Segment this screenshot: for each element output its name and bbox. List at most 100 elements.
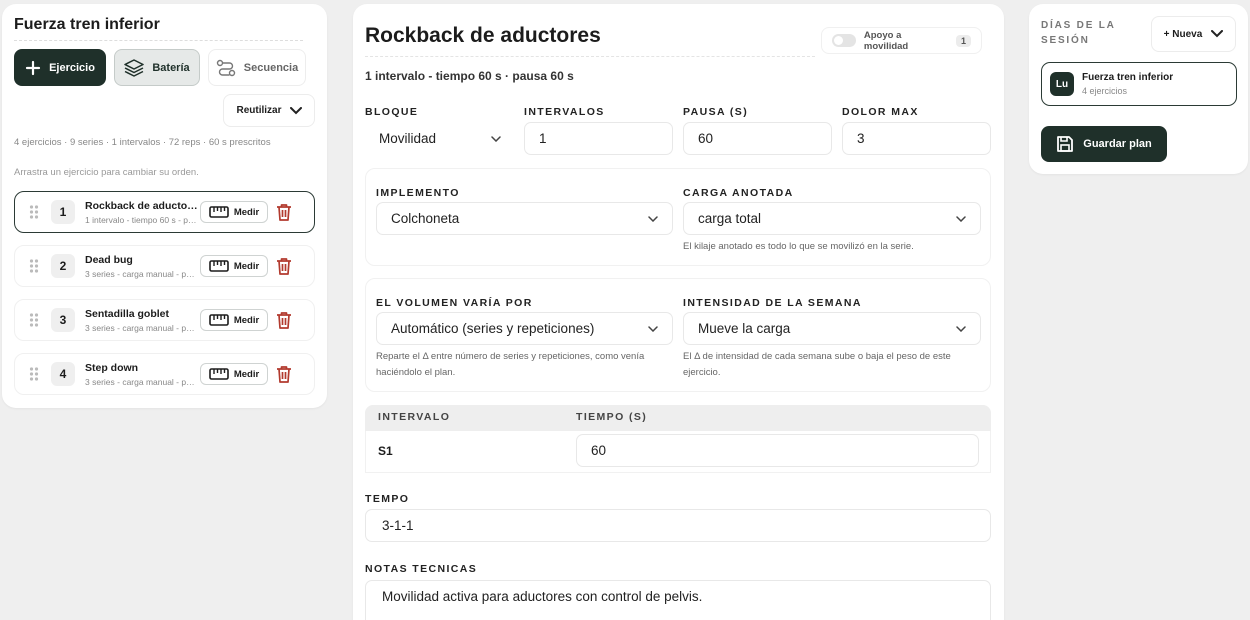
pause-input[interactable]: 60 bbox=[683, 122, 832, 155]
save-plan-button[interactable]: Guardar plan bbox=[1041, 126, 1167, 162]
measure-button[interactable]: Medir bbox=[200, 255, 268, 277]
measure-label: Medir bbox=[233, 206, 260, 218]
day-name: Fuerza tren inferior bbox=[1082, 72, 1174, 83]
day-badge: Lu bbox=[1050, 72, 1074, 96]
measure-button[interactable]: Medir bbox=[200, 309, 268, 331]
drag-handle-icon[interactable] bbox=[25, 366, 43, 382]
pause-label: PAUSA (S) bbox=[683, 106, 749, 118]
drag-handle-icon[interactable] bbox=[25, 258, 43, 274]
load-select[interactable]: carga total bbox=[683, 202, 981, 235]
add-exercise-button[interactable]: Ejercicio bbox=[14, 49, 106, 86]
tempo-label: TEMPO bbox=[365, 493, 410, 505]
trash-icon[interactable] bbox=[276, 311, 292, 329]
exercise-row[interactable]: 3 Sentadilla goblet 3 series - carga manu… bbox=[14, 299, 315, 341]
sequence-label: Secuencia bbox=[243, 61, 299, 74]
drag-hint: Arrastra un ejercicio para cambiar su or… bbox=[14, 167, 199, 178]
interval-row-label: S1 bbox=[378, 444, 393, 458]
add-exercise-label: Ejercicio bbox=[49, 61, 95, 74]
exercise-title: Rockback de aductores bbox=[365, 24, 601, 47]
chevron-down-icon bbox=[491, 135, 501, 142]
sequence-button[interactable]: Secuencia bbox=[208, 49, 306, 86]
drag-handle-icon[interactable] bbox=[25, 204, 43, 220]
session-title: Fuerza tren inferior bbox=[14, 16, 303, 41]
save-icon bbox=[1057, 136, 1074, 152]
block-select[interactable]: Movilidad bbox=[365, 122, 515, 155]
notes-textarea[interactable]: Movilidad activa para aductores con cont… bbox=[365, 580, 991, 620]
pain-max-input[interactable]: 3 bbox=[842, 122, 991, 155]
chevron-down-icon bbox=[648, 215, 658, 222]
exercise-row[interactable]: 1 Rockback de aductores 1 intervalo - tie… bbox=[14, 191, 315, 233]
tempo-input[interactable]: 3-1-1 bbox=[365, 509, 991, 542]
trash-icon[interactable] bbox=[276, 203, 292, 221]
day-card[interactable]: Lu Fuerza tren inferior 4 ejercicios bbox=[1041, 62, 1237, 106]
intensity-label: INTENSIDAD DE LA SEMANA bbox=[683, 297, 862, 309]
title-divider bbox=[365, 56, 815, 57]
exercise-summary: 3 series - carga manual - pausa 60 s bbox=[85, 376, 198, 387]
exercise-summary: 1 intervalo - tiempo 60 s - pausa 60 s bbox=[85, 214, 198, 225]
exercise-name: Rockback de aductores bbox=[85, 199, 198, 212]
measure-label: Medir bbox=[233, 368, 260, 380]
notes-label: NOTAS TECNICAS bbox=[365, 563, 478, 575]
exercise-row[interactable]: 4 Step down 3 series - carga manual - pau… bbox=[14, 353, 315, 395]
exercise-summary: 1 intervalo - tiempo 60 s · pausa 60 s bbox=[365, 69, 574, 83]
toggle-count-badge: 1 bbox=[955, 34, 971, 47]
intensity-select[interactable]: Mueve la carga bbox=[683, 312, 981, 345]
measure-label: Medir bbox=[233, 260, 260, 272]
intensity-value: Mueve la carga bbox=[698, 321, 791, 336]
chevron-down-icon bbox=[956, 325, 966, 332]
battery-button[interactable]: Batería bbox=[114, 49, 200, 86]
intervals-input[interactable]: 1 bbox=[524, 122, 673, 155]
layers-icon bbox=[124, 58, 145, 77]
chevron-down-icon bbox=[289, 106, 302, 114]
drag-handle-icon[interactable] bbox=[25, 312, 43, 328]
exercise-panel: Fuerza tren inferior Ejercicio Batería S… bbox=[2, 4, 327, 408]
chevron-down-icon bbox=[648, 325, 658, 332]
interval-time-input[interactable]: 60 bbox=[576, 434, 979, 467]
volume-select[interactable]: Automático (series y repeticiones) bbox=[376, 312, 673, 345]
mobility-support-toggle[interactable]: Apoyo a movilidad 1 bbox=[821, 27, 982, 54]
chevron-down-icon bbox=[956, 215, 966, 222]
save-plan-label: Guardar plan bbox=[1083, 138, 1152, 150]
exercise-number: 2 bbox=[51, 254, 75, 278]
intervals-label: INTERVALOS bbox=[524, 106, 605, 118]
intensity-help-text: El Δ de intensidad de cada semana sube o… bbox=[683, 351, 951, 378]
exercise-summary: 3 series - carga manual - pausa 60 s bbox=[85, 322, 198, 333]
ruler-icon bbox=[209, 260, 229, 272]
toggle-label: Apoyo a movilidad bbox=[863, 29, 909, 52]
volume-label: EL VOLUMEN VARÍA POR bbox=[376, 297, 533, 309]
volume-help-text: Reparte el Δ entre número de series y re… bbox=[376, 351, 645, 378]
trash-icon[interactable] bbox=[276, 365, 292, 383]
time-column-header: TIEMPO (S) bbox=[576, 411, 648, 423]
measure-button[interactable]: Medir bbox=[200, 363, 268, 385]
exercise-name: Sentadilla goblet bbox=[85, 307, 170, 320]
exercise-number: 1 bbox=[51, 200, 75, 224]
battery-label: Batería bbox=[152, 61, 190, 74]
exercise-name: Dead bug bbox=[85, 253, 133, 266]
reuse-label: Reutilizar bbox=[236, 105, 282, 116]
plus-icon bbox=[25, 60, 41, 75]
trash-icon[interactable] bbox=[276, 257, 292, 275]
mode-toolbar: Ejercicio Batería Secuencia bbox=[14, 49, 315, 86]
reuse-dropdown[interactable]: Reutilizar bbox=[223, 94, 315, 127]
new-day-dropdown[interactable]: + Nueva bbox=[1151, 16, 1236, 52]
new-day-label: + Nueva bbox=[1163, 28, 1203, 40]
exercise-row[interactable]: 2 Dead bug 3 series - carga manual - paus… bbox=[14, 245, 315, 287]
ruler-icon bbox=[209, 314, 229, 326]
measure-button[interactable]: Medir bbox=[200, 201, 268, 223]
exercise-editor: Rockback de aductores Apoyo a movilidad … bbox=[353, 4, 1004, 620]
chevron-down-icon bbox=[1211, 30, 1224, 38]
exercise-summary: 3 series - carga manual - pausa 60 s bbox=[85, 268, 198, 279]
load-label: CARGA ANOTADA bbox=[683, 187, 794, 199]
toggle-switch[interactable] bbox=[832, 34, 856, 47]
day-exercise-count: 4 ejercicios bbox=[1082, 86, 1128, 96]
measure-label: Medir bbox=[233, 314, 260, 326]
implement-select[interactable]: Colchoneta bbox=[376, 202, 673, 235]
pain-max-label: DOLOR MAX bbox=[842, 106, 919, 118]
ruler-icon bbox=[209, 368, 229, 380]
interval-column-header: INTERVALO bbox=[378, 411, 451, 423]
exercise-name: Step down bbox=[85, 361, 139, 374]
load-value: carga total bbox=[698, 211, 762, 226]
implement-value: Colchoneta bbox=[391, 211, 460, 226]
session-days-panel: DÍAS DE LA SESIÓN + Nueva Lu Fuerza tren… bbox=[1029, 4, 1248, 174]
volume-value: Automático (series y repeticiones) bbox=[391, 321, 595, 336]
